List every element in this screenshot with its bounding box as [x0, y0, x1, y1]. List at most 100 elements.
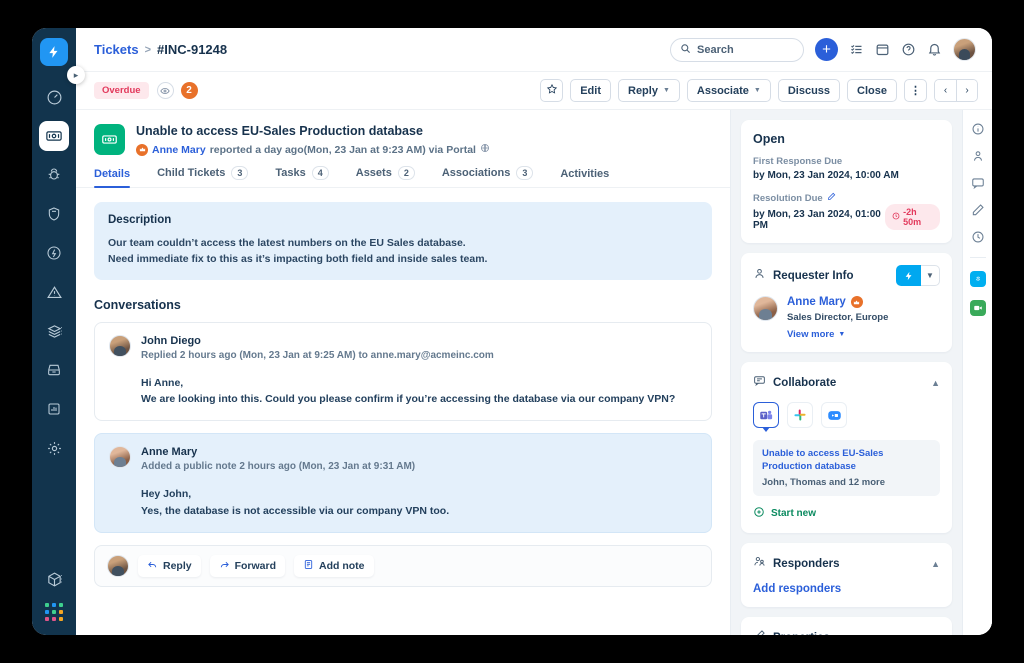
tab-associations-label: Associations: [441, 167, 511, 179]
sidebar-item-changes[interactable]: [39, 199, 69, 229]
collaborate-thread[interactable]: Unable to access EU-Sales Production dat…: [753, 440, 940, 496]
sidebar-item-solutions[interactable]: [39, 355, 69, 385]
app-logo[interactable]: [40, 38, 68, 66]
tab-details-label: Details: [94, 168, 131, 180]
clock-history-icon[interactable]: [971, 230, 985, 244]
edit-button[interactable]: Edit: [570, 79, 611, 102]
microsoft-teams-icon[interactable]: [753, 402, 779, 428]
chevron-up-icon[interactable]: ▲: [931, 378, 940, 388]
grid-dots-icon[interactable]: [45, 603, 63, 621]
next-ticket-button[interactable]: ›: [956, 80, 977, 101]
star-icon: [546, 83, 558, 98]
start-new-button[interactable]: Start new: [753, 506, 940, 521]
chevron-down-icon: ▼: [662, 87, 670, 94]
create-button[interactable]: +: [815, 38, 838, 61]
tasks-list-icon[interactable]: [849, 42, 864, 57]
associate-button[interactable]: Associate ▼: [686, 79, 771, 102]
first-response-value: by Mon, 23 Jan 2024, 10:00 AM: [753, 170, 899, 181]
right-sidebar[interactable]: Open First Response Due by Mon, 23 Jan 2…: [730, 110, 962, 635]
sidebar-item-assets[interactable]: ⋮: [39, 316, 69, 346]
properties-card: Properties ▲ Priority Urgent ▼: [741, 616, 952, 635]
reply-button[interactable]: Reply ▼: [618, 79, 680, 102]
sidebar-item-tickets[interactable]: [39, 121, 69, 151]
chevron-up-icon[interactable]: ▲: [931, 633, 940, 635]
sidebar-item-marketplace[interactable]: ⋮: [39, 564, 69, 594]
breadcrumb: Tickets > #INC-91248: [94, 42, 227, 57]
bell-icon[interactable]: [927, 42, 942, 57]
discuss-button[interactable]: Discuss: [777, 79, 841, 102]
resolution-due-value: by Mon, 23 Jan 2024, 01:00 PM: [753, 209, 881, 231]
ticket-scroll-area[interactable]: Description Our team couldn’t access the…: [76, 188, 730, 635]
tab-assets[interactable]: Assets 2: [356, 166, 415, 187]
conversation-item: Anne Mary Added a public note 2 hours ag…: [94, 433, 712, 533]
responders-title: Responders: [773, 557, 840, 570]
pencil-icon[interactable]: [827, 192, 836, 204]
description-line-1: Our team couldn’t access the latest numb…: [108, 237, 466, 249]
conversation-header: Anne Mary Added a public note 2 hours ag…: [109, 446, 697, 472]
collaborate-card-header[interactable]: Collaborate ▲: [753, 374, 940, 392]
conversation-line-2: Yes, the database is not accessible via …: [141, 504, 450, 517]
ticket-main-content: Unable to access EU-Sales Production dat…: [76, 110, 730, 635]
video-camera-icon[interactable]: [969, 300, 986, 316]
contact-person-icon[interactable]: [971, 149, 985, 163]
tab-associations[interactable]: Associations 3: [441, 166, 534, 187]
sidebar-item-dashboard[interactable]: [39, 82, 69, 112]
reply-action-button[interactable]: Reply: [138, 554, 201, 577]
reply-action-label: Reply: [163, 559, 192, 572]
close-button[interactable]: Close: [847, 79, 897, 102]
rail-divider: [969, 257, 986, 258]
sidebar-item-problems[interactable]: [39, 160, 69, 190]
comment-icon[interactable]: [971, 176, 985, 190]
more-actions-button[interactable]: ⋮: [904, 79, 927, 102]
slack-icon[interactable]: [787, 402, 813, 428]
tab-child-tickets[interactable]: Child Tickets 3: [157, 166, 249, 187]
gear-icon: [46, 440, 63, 457]
ticket-reporter-link[interactable]: Anne Mary: [152, 144, 206, 156]
star-button[interactable]: [540, 79, 564, 102]
chevron-down-icon[interactable]: ▼: [921, 265, 940, 286]
view-more-button[interactable]: View more ▼: [787, 329, 888, 340]
forward-action-button[interactable]: Forward: [209, 554, 286, 577]
skype-icon[interactable]: [969, 271, 986, 287]
alert-triangle-icon: [46, 284, 63, 301]
info-icon[interactable]: [971, 122, 985, 136]
tab-tasks[interactable]: Tasks 4: [275, 166, 329, 187]
requester-app-switch[interactable]: ▼: [896, 265, 940, 286]
freshdesk-bolt-icon[interactable]: [896, 265, 921, 286]
properties-card-header[interactable]: Properties ▲: [753, 629, 940, 635]
conversation-meta: Added a public note 2 hours ago (Mon, 23…: [141, 461, 416, 473]
top-bar-actions: Search +: [670, 37, 976, 62]
ticket-icon: [94, 124, 125, 155]
search-icon: [680, 43, 691, 57]
kebab-menu-icon[interactable]: ⋮: [57, 326, 66, 335]
tab-activities[interactable]: Activities: [560, 168, 609, 187]
avatar[interactable]: [953, 38, 976, 61]
responders-card-header[interactable]: Responders ▲: [753, 555, 940, 573]
sidebar-item-releases[interactable]: [39, 238, 69, 268]
tab-details[interactable]: Details: [94, 168, 131, 188]
zoom-icon[interactable]: [821, 402, 847, 428]
gauge-icon: [46, 89, 63, 106]
shield-icon: [46, 206, 62, 222]
calendar-icon[interactable]: [875, 42, 890, 57]
forward-arrow-icon: [219, 559, 230, 573]
sidebar-item-analytics[interactable]: [39, 394, 69, 424]
pencil-icon[interactable]: [971, 203, 985, 217]
add-responders-button[interactable]: Add responders: [753, 583, 940, 595]
requester-name[interactable]: Anne Mary: [787, 296, 888, 308]
chevron-up-icon[interactable]: ▲: [931, 559, 940, 569]
sidebar-item-admin[interactable]: [39, 433, 69, 463]
kebab-menu-icon[interactable]: ⋮: [57, 574, 66, 583]
rail-expand-button[interactable]: ▸: [67, 66, 85, 84]
sidebar-item-incidents[interactable]: [39, 277, 69, 307]
add-note-button[interactable]: Add note: [294, 554, 374, 577]
requester-row: Anne Mary Sales Director, Europe View mo…: [753, 296, 940, 340]
conversation-author: John Diego: [141, 334, 201, 347]
search-input[interactable]: Search: [670, 37, 804, 62]
help-circle-icon[interactable]: [901, 42, 916, 57]
prev-ticket-button[interactable]: ‹: [935, 80, 956, 101]
breadcrumb-parent[interactable]: Tickets: [94, 42, 139, 57]
ticket-meta: Anne Mary reported a day ago(Mon, 23 Jan…: [136, 143, 490, 156]
eye-icon[interactable]: [156, 82, 174, 99]
people-icon: [753, 555, 766, 573]
